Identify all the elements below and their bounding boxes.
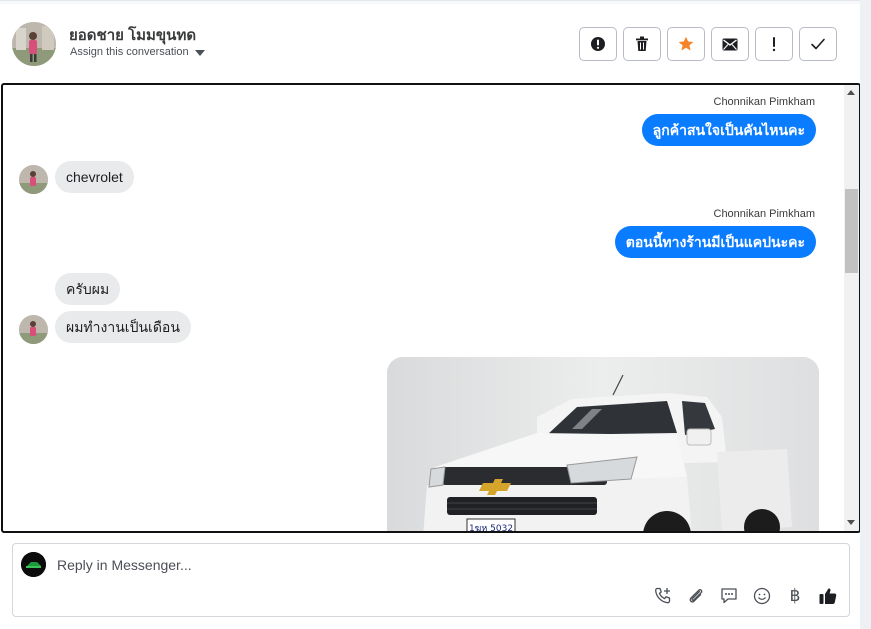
page-avatar [21, 552, 46, 577]
contact-avatar-small [19, 165, 48, 194]
follow-up-button[interactable] [755, 27, 793, 61]
sender-name: Chonnikan Pimkham [713, 96, 816, 108]
payment-button[interactable]: ฿ [784, 585, 806, 607]
saved-replies-button[interactable] [718, 585, 740, 607]
scrollbar[interactable] [844, 85, 859, 531]
outgoing-message[interactable]: ลูกค้าสนใจเป็นคันไหนคะ [641, 114, 816, 146]
baht-icon: ฿ [789, 586, 801, 606]
conversation-header: ยอดชาย โมมขุนทด Assign this conversation [0, 5, 860, 81]
mark-spam-button[interactable] [579, 27, 617, 61]
outgoing-message[interactable]: ตอนนี้ทางร้านมีเป็นแคปนะคะ [614, 226, 816, 258]
contact-avatar-small [19, 315, 48, 344]
exclamation-circle-icon [591, 37, 605, 51]
check-icon [811, 38, 825, 50]
message-thread[interactable]: Chonnikan Pimkham ลูกค้าสนใจเป็นคันไหนคะ… [1, 83, 861, 533]
right-edge-gutter [860, 0, 871, 629]
top-divider [0, 0, 860, 4]
messenger-inbox-panel: ยอดชาย โมมขุนทด Assign this conversation [0, 0, 861, 629]
attach-button[interactable] [685, 585, 707, 607]
envelope-icon [722, 38, 738, 50]
star-button[interactable] [667, 27, 705, 61]
paperclip-icon [689, 589, 703, 603]
like-button[interactable] [817, 585, 839, 607]
image-attachment[interactable]: 1ฆห 5032 [387, 357, 819, 533]
delete-button[interactable] [623, 27, 661, 61]
sender-name: Chonnikan Pimkham [713, 208, 816, 220]
reply-composer: ฿ [12, 543, 850, 617]
contact-name: ยอดชาย โมมขุนทด [69, 27, 197, 44]
mark-done-button[interactable] [799, 27, 837, 61]
scrollbar-thumb[interactable] [845, 189, 858, 273]
smiley-icon [753, 587, 771, 605]
incoming-message[interactable]: chevrolet [55, 161, 134, 193]
assign-label: Assign this conversation [70, 46, 189, 58]
composer-tools: ฿ [652, 585, 839, 607]
chat-bubble-icon [721, 588, 737, 604]
trash-icon [636, 36, 648, 51]
phone-plus-icon [655, 587, 671, 604]
incoming-message[interactable]: ครับผม [55, 273, 121, 305]
conversation-actions [579, 27, 837, 61]
incoming-message[interactable]: ผมทำงานเป็นเดือน [55, 311, 191, 343]
license-plate-text: 1ฆห 5032 [469, 524, 513, 533]
caret-down-icon [194, 49, 205, 56]
emoji-button[interactable] [751, 585, 773, 607]
exclamation-icon [772, 37, 776, 52]
star-icon [678, 36, 694, 51]
reply-input[interactable] [57, 553, 657, 577]
scroll-down-arrow-icon[interactable] [847, 520, 855, 525]
assign-conversation-dropdown[interactable]: Assign this conversation [70, 46, 205, 58]
mark-unread-button[interactable] [711, 27, 749, 61]
scroll-up-arrow-icon[interactable] [847, 90, 855, 95]
thumbs-up-icon [819, 588, 837, 604]
contact-avatar[interactable] [12, 22, 56, 66]
call-button[interactable] [652, 585, 674, 607]
